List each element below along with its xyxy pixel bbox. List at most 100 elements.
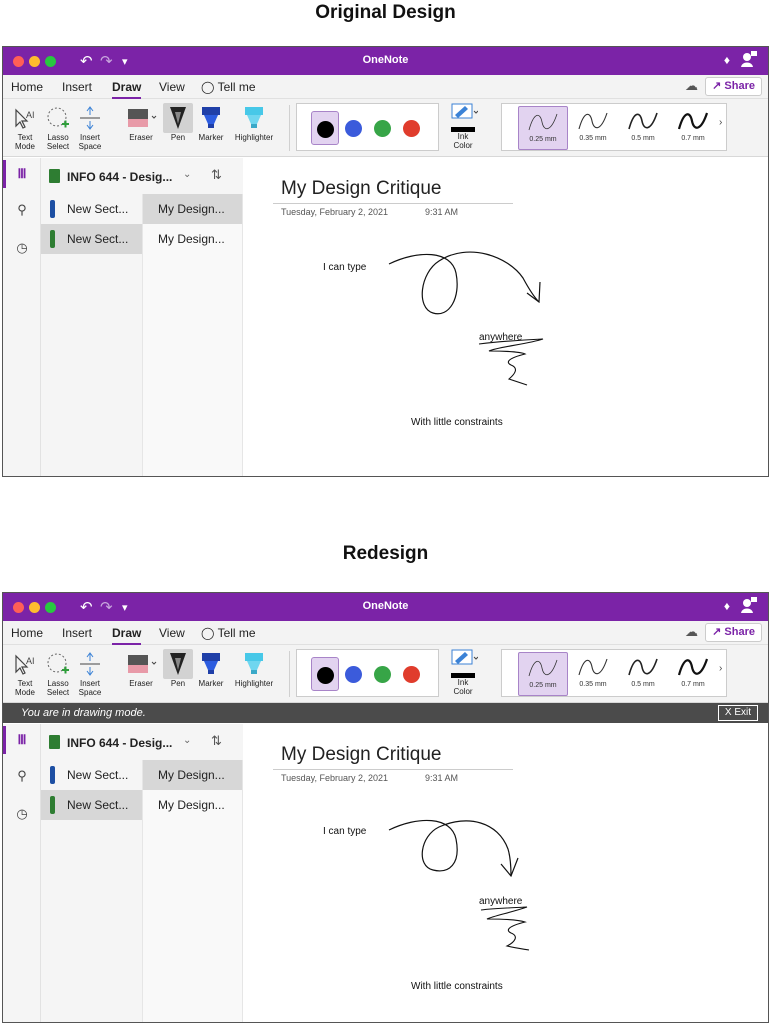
exit-drawing-button[interactable]: X Exit <box>717 705 758 721</box>
tab-view[interactable]: View <box>159 626 185 640</box>
insert-space-label-1: Insert <box>79 133 100 142</box>
thickness-option[interactable]: 0.35 mm <box>568 106 618 150</box>
lasso-select-button[interactable]: Lasso Select <box>43 103 73 151</box>
thickness-option[interactable]: 0.5 mm <box>618 106 668 150</box>
eraser-button[interactable]: Eraser <box>123 103 159 142</box>
stroke-preview-icon <box>677 112 709 130</box>
highlighter-label: Highlighter <box>234 679 274 688</box>
cloud-sync-icon[interactable]: ☁ <box>685 78 698 94</box>
color-dot <box>345 666 362 683</box>
page-item[interactable]: My Design... <box>143 760 242 790</box>
tell-me-search[interactable]: ◯ Tell me <box>201 626 256 640</box>
ink-color-button[interactable]: Ink Color <box>443 103 483 150</box>
share-button[interactable]: ↗ Share <box>705 623 762 642</box>
cloud-sync-icon[interactable]: ☁ <box>685 624 698 640</box>
ink-color-label-2: Color <box>453 687 473 696</box>
stroke-preview-icon <box>528 113 558 131</box>
recent-clock-icon[interactable]: ◷ <box>3 240 41 256</box>
tab-draw[interactable]: Draw <box>112 626 142 645</box>
stroke-preview-icon <box>528 659 558 677</box>
section-item[interactable]: New Sect... <box>41 224 142 254</box>
marker-icon <box>202 107 220 128</box>
tell-me-search[interactable]: ◯ Tell me <box>201 80 256 94</box>
recent-clock-icon[interactable]: ◷ <box>3 806 41 822</box>
tab-home[interactable]: Home <box>11 626 43 640</box>
tab-draw[interactable]: Draw <box>112 80 142 99</box>
search-icon[interactable]: ⚲ <box>3 768 41 784</box>
ink-strokes[interactable] <box>243 158 769 476</box>
color-swatch-blue[interactable] <box>340 657 368 691</box>
pen-icon <box>170 107 186 129</box>
chevron-right-icon[interactable]: › <box>719 663 722 674</box>
insert-space-button[interactable]: Insert Space <box>75 649 105 697</box>
color-swatch-green[interactable] <box>369 111 397 145</box>
ink-strokes[interactable] <box>243 724 769 1022</box>
thickness-option[interactable]: 0.25 mm <box>518 652 568 696</box>
search-icon[interactable]: ⚲ <box>3 202 41 218</box>
section-item[interactable]: New Sect... <box>41 790 142 820</box>
ink-color-label-2: Color <box>453 141 473 150</box>
eraser-label: Eraser <box>129 679 153 688</box>
page-item[interactable]: My Design... <box>143 224 242 254</box>
insert-space-button[interactable]: Insert Space <box>75 103 105 151</box>
account-icon[interactable] <box>740 596 758 614</box>
notebook-name: INFO 644 - Desig... <box>67 736 173 750</box>
stroke-preview-icon <box>677 658 709 676</box>
eraser-button[interactable]: Eraser <box>123 649 159 688</box>
color-swatch-black[interactable] <box>311 111 339 145</box>
share-button[interactable]: ↗ Share <box>705 77 762 96</box>
page-canvas[interactable]: My Design Critique Tuesday, February 2, … <box>243 158 768 476</box>
tab-home[interactable]: Home <box>11 80 43 94</box>
page-label: My Design... <box>158 232 225 246</box>
tab-insert[interactable]: Insert <box>62 80 92 94</box>
sort-icon[interactable]: ⇅ <box>211 167 222 183</box>
page-item[interactable]: My Design... <box>143 194 242 224</box>
ribbon-divider <box>289 105 290 151</box>
color-swatch-black[interactable] <box>311 657 339 691</box>
text-mode-button[interactable]: AI Text Mode <box>11 103 39 151</box>
chevron-right-icon[interactable]: › <box>719 117 722 128</box>
color-swatch-blue[interactable] <box>340 111 368 145</box>
redesign-heading: Redesign <box>342 543 429 564</box>
marker-button[interactable]: Marker <box>195 103 227 142</box>
ink-color-label-1: Ink <box>457 132 469 141</box>
color-swatch-green[interactable] <box>369 657 397 691</box>
thickness-option[interactable]: 0.25 mm <box>518 106 568 150</box>
sort-icon[interactable]: ⇅ <box>211 733 222 749</box>
pen-button[interactable]: Pen <box>163 649 193 688</box>
notebook-name: INFO 644 - Desig... <box>67 170 173 184</box>
color-swatch-red[interactable] <box>398 111 426 145</box>
highlighter-icon <box>245 653 263 674</box>
marker-button[interactable]: Marker <box>195 649 227 688</box>
notification-bell-icon[interactable]: ♦ <box>724 53 730 67</box>
thickness-option[interactable]: 0.5 mm <box>618 652 668 696</box>
pen-button[interactable]: Pen <box>163 103 193 142</box>
notification-bell-icon[interactable]: ♦ <box>724 599 730 613</box>
ink-color-button[interactable]: Ink Color <box>443 649 483 696</box>
tab-insert[interactable]: Insert <box>62 626 92 640</box>
chevron-down-icon[interactable]: ⌄ <box>183 735 191 746</box>
notebook-header[interactable]: INFO 644 - Desig... ⌄ ⇅ <box>41 158 243 194</box>
page-canvas[interactable]: My Design Critique Tuesday, February 2, … <box>243 724 768 1022</box>
highlighter-button[interactable]: Highlighter <box>229 649 279 688</box>
lasso-select-button[interactable]: Lasso Select <box>43 649 73 697</box>
text-cursor-icon: AI <box>15 108 35 129</box>
notebooks-icon[interactable]: Ⅲ <box>3 160 41 188</box>
thickness-option[interactable]: 0.7 mm <box>668 106 718 150</box>
page-item[interactable]: My Design... <box>143 790 242 820</box>
thickness-option[interactable]: 0.7 mm <box>668 652 718 696</box>
tab-view[interactable]: View <box>159 80 185 94</box>
section-item[interactable]: New Sect... <box>41 760 142 790</box>
highlighter-button[interactable]: Highlighter <box>229 103 279 142</box>
notebook-header[interactable]: INFO 644 - Desig... ⌄ ⇅ <box>41 724 243 760</box>
text-mode-button[interactable]: AI Text Mode <box>11 649 39 697</box>
chevron-down-icon[interactable]: ⌄ <box>183 169 191 180</box>
eraser-icon <box>128 655 157 673</box>
thickness-option[interactable]: 0.35 mm <box>568 652 618 696</box>
section-item[interactable]: New Sect... <box>41 194 142 224</box>
ink-color-label-1: Ink <box>457 678 469 687</box>
notebooks-icon[interactable]: Ⅲ <box>3 726 41 754</box>
text-cursor-icon: AI <box>15 654 35 675</box>
account-icon[interactable] <box>740 50 758 68</box>
color-swatch-red[interactable] <box>398 657 426 691</box>
